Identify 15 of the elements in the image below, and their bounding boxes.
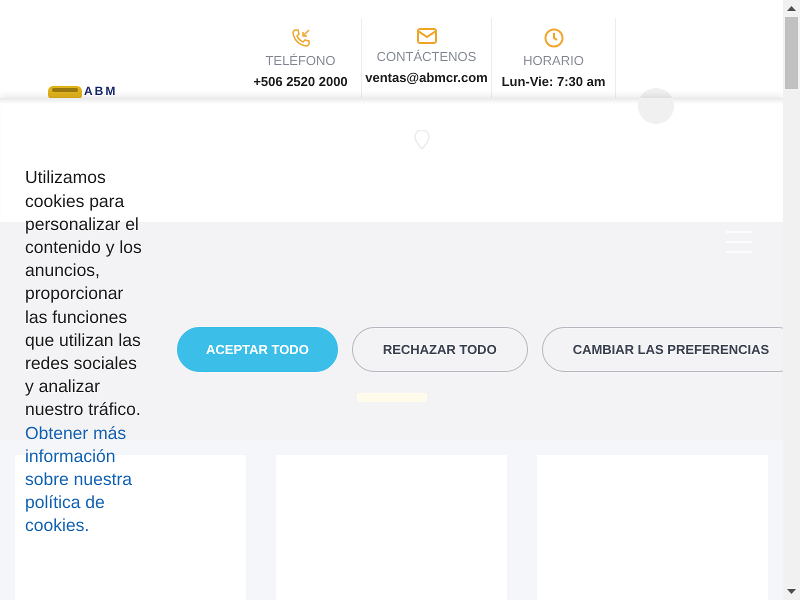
contact-label: HORARIO bbox=[523, 53, 584, 68]
contact-label: TELÉFONO bbox=[265, 53, 336, 68]
contact-value: ventas@abmcr.com bbox=[365, 70, 488, 85]
cookie-option-button[interactable]: RECHAZAR TODO bbox=[352, 326, 528, 372]
envelope-icon bbox=[416, 28, 436, 44]
scrollbar[interactable] bbox=[783, 0, 800, 600]
cookie-message: Utilizamos cookies para personalizar el contenido y los anuncios, proporcionar las funciones que utilizan las redes sociales y analizar nuestro tráfico. bbox=[25, 166, 143, 422]
contact-label: CONTÁCTENOS bbox=[376, 49, 476, 64]
scrollbar-thumb[interactable] bbox=[785, 17, 798, 89]
privacy-link[interactable]: Obtener más información sobre nuestra política de cookies. bbox=[25, 422, 147, 538]
clock-icon bbox=[544, 28, 564, 48]
contact-value: Lun-Vie: 7:30 am bbox=[502, 74, 606, 89]
contact-value: +506 2520 2000 bbox=[253, 74, 348, 89]
phone-icon bbox=[290, 28, 310, 48]
round-button[interactable] bbox=[638, 88, 674, 124]
